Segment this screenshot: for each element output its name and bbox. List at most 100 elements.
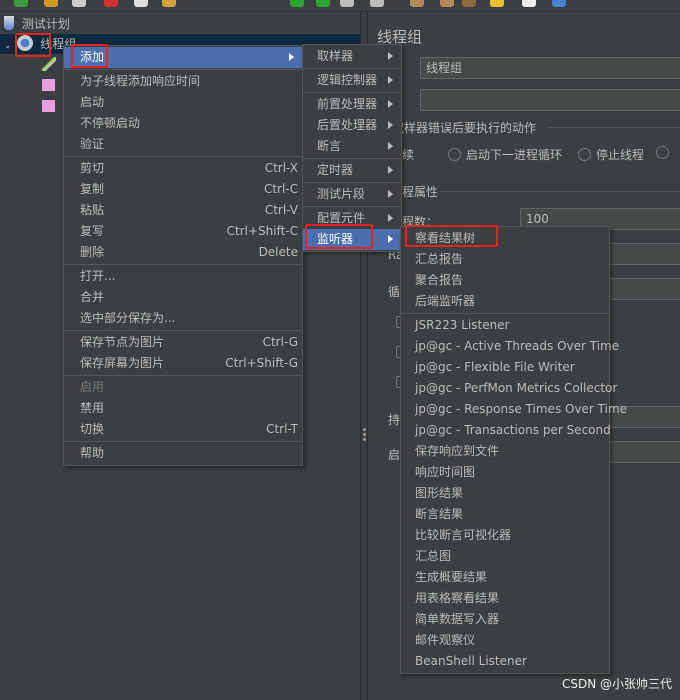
annotation-box	[405, 225, 498, 247]
toolbar-button-reset-search[interactable]	[490, 0, 504, 7]
menu-item[interactable]: 后置处理器	[303, 115, 401, 136]
menu-item[interactable]: 不停顿启动	[64, 113, 302, 134]
menu-item-label: 响应时间图	[415, 465, 476, 479]
listener-icon	[42, 100, 55, 112]
menu-item[interactable]: jp@gc - PerfMon Metrics Collector	[401, 378, 617, 399]
menu-item[interactable]: JSR223 Listener	[401, 315, 609, 336]
chevron-right-icon	[388, 190, 393, 198]
menu-item[interactable]: jp@gc - Active Threads Over Time	[401, 336, 619, 357]
menu-item[interactable]: 复制 Ctrl-C	[64, 179, 302, 200]
menu-item[interactable]: 保存响应到文件	[401, 441, 609, 462]
menu-item[interactable]: 保存节点为图片 Ctrl-G	[64, 332, 302, 353]
toolbar-button-function-helper[interactable]	[522, 0, 536, 7]
menu-item-shortcut: Delete	[258, 245, 298, 259]
toolbar-button-start[interactable]	[290, 0, 304, 7]
menu-item[interactable]: 测试片段	[303, 184, 401, 205]
menu-item[interactable]: jp@gc - Flexible File Writer	[401, 357, 609, 378]
menu-item[interactable]: 邮件观察仪	[401, 630, 609, 651]
menu-item-label: 不停顿启动	[80, 116, 141, 130]
menu-item[interactable]: jp@gc - Response Times Over Time	[401, 399, 627, 420]
menu-item[interactable]: 前置处理器	[303, 94, 401, 115]
radio-stop-thread[interactable]: 停止线程	[578, 146, 644, 163]
menu-item[interactable]: 保存屏幕为图片 Ctrl+Shift-G	[64, 353, 302, 374]
menu-item-label: 验证	[80, 137, 105, 151]
menu-item[interactable]: 断言结果	[401, 504, 609, 525]
toolbar-button-open[interactable]	[44, 0, 58, 7]
menu-item[interactable]: 用表格察看结果	[401, 588, 609, 609]
menu-item[interactable]: 后端监听器	[401, 291, 609, 312]
chevron-right-icon	[388, 76, 393, 84]
menu-item[interactable]: 帮助	[64, 443, 302, 464]
chevron-right-icon	[388, 121, 393, 129]
menu-item[interactable]: 简单数据写入器	[401, 609, 609, 630]
error-action-title: 取样器错误后要执行的动作	[392, 121, 537, 135]
toolbar-button-stop[interactable]	[340, 0, 354, 7]
menu-item-label: 复制	[80, 182, 105, 196]
menu-item[interactable]: 复写 Ctrl+Shift-C	[64, 221, 302, 242]
radio-icon[interactable]	[656, 146, 669, 159]
menu-item[interactable]: 图形结果	[401, 483, 609, 504]
menu-item-label: 剪切	[80, 161, 105, 175]
menu-item[interactable]: 断言	[303, 136, 401, 157]
menu-item-label: jp@gc - PerfMon Metrics Collector	[415, 381, 618, 395]
menu-item[interactable]: 定时器	[303, 160, 401, 181]
toolbar-button-search[interactable]	[462, 0, 476, 7]
menu-separator	[303, 68, 401, 69]
menu-item[interactable]: 聚合报告	[401, 270, 609, 291]
tree-item-test-plan[interactable]: 测试计划	[4, 14, 70, 34]
toolbar-button-paste[interactable]	[162, 0, 176, 7]
menu-item[interactable]: 粘贴 Ctrl-V	[64, 200, 302, 221]
toolbar-button-cut[interactable]	[104, 0, 118, 7]
toolbar-button-copy[interactable]	[134, 0, 148, 7]
radio-icon	[448, 148, 461, 161]
menu-item[interactable]: 选中部分保存为...	[64, 308, 302, 329]
menu-item[interactable]: 打开...	[64, 266, 302, 287]
menu-item[interactable]: 逻辑控制器	[303, 70, 401, 91]
menu-item-label: 删除	[80, 245, 105, 259]
menu-item[interactable]: 生成概要结果	[401, 567, 609, 588]
menu-item[interactable]: 启用	[64, 377, 302, 398]
menu-item-label: 汇总图	[415, 549, 452, 563]
menu-item-label: 保存响应到文件	[415, 444, 500, 458]
menu-item[interactable]: 合并	[64, 287, 302, 308]
menu-item[interactable]: 删除 Delete	[64, 242, 302, 263]
menu-item[interactable]: 验证	[64, 134, 302, 155]
name-field[interactable]: 线程组	[420, 57, 680, 79]
menu-item-label: 配置元件	[317, 211, 366, 225]
toolbar-button-clear[interactable]	[410, 0, 424, 7]
menu-item[interactable]: 启动	[64, 92, 302, 113]
toolbar-button-new[interactable]	[14, 0, 28, 7]
menu-separator	[303, 206, 401, 207]
toolbar-button-save[interactable]	[72, 0, 86, 7]
menu-item-label: 粘贴	[80, 203, 105, 217]
toolbar-button-help[interactable]	[552, 0, 566, 7]
menu-item-label: 定时器	[317, 163, 354, 177]
toolbar-button-shutdown[interactable]	[370, 0, 384, 7]
menu-item[interactable]: 禁用	[64, 398, 302, 419]
annotation-box	[305, 224, 373, 249]
menu-item-label: 聚合报告	[415, 273, 464, 287]
menu-item-label: 选中部分保存为...	[80, 311, 176, 325]
menu-item[interactable]: 剪切 Ctrl-X	[64, 158, 302, 179]
toolbar-button-start-no-pause[interactable]	[316, 0, 330, 7]
radio-icon	[578, 148, 591, 161]
menu-item[interactable]: 取样器	[303, 46, 401, 67]
menu-item[interactable]: jp@gc - Transactions per Second	[401, 420, 611, 441]
menu-item[interactable]: 汇总图	[401, 546, 609, 567]
menu-item[interactable]: 汇总报告	[401, 249, 609, 270]
radio-start-next-loop[interactable]: 启动下一进程循环	[448, 146, 562, 163]
comment-field[interactable]	[420, 89, 680, 111]
menu-item-label: 生成概要结果	[415, 570, 488, 584]
menu-item-label: 前置处理器	[317, 97, 378, 111]
menu-item[interactable]: BeanShell Listener	[401, 651, 609, 672]
menu-item[interactable]: 比较断言可视化器	[401, 525, 609, 546]
menu-item-label: 启用	[80, 380, 105, 394]
menu-item[interactable]: 切换 Ctrl-T	[64, 419, 302, 440]
chevron-right-icon	[388, 142, 393, 150]
chevron-down-icon[interactable]: ⌄	[4, 41, 12, 51]
menu-item[interactable]: 响应时间图	[401, 462, 609, 483]
menu-item-label: 用表格察看结果	[415, 591, 500, 605]
chevron-right-icon	[388, 214, 393, 222]
menu-item[interactable]: 为子线程添加响应时间	[64, 71, 302, 92]
toolbar-button-clear-all[interactable]	[440, 0, 454, 7]
